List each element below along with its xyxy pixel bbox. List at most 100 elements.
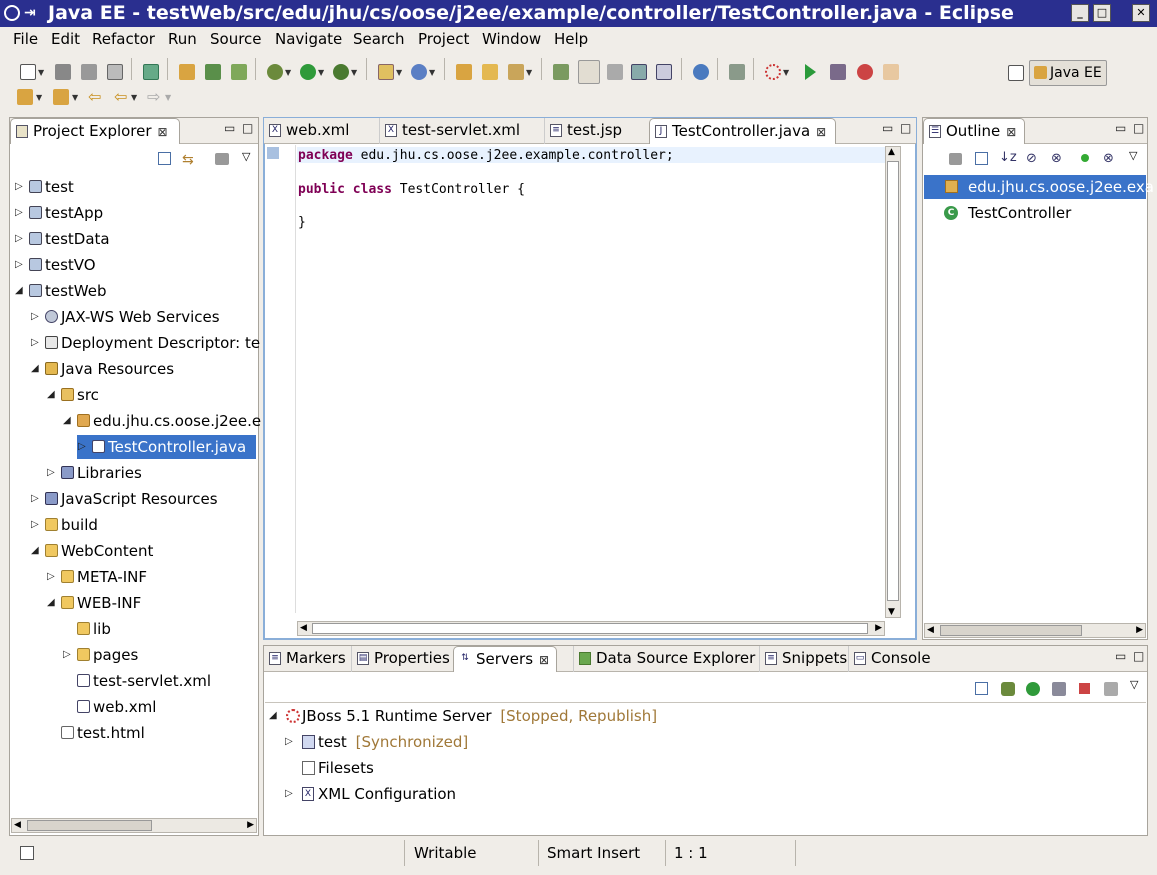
block-selection-icon[interactable]	[631, 64, 647, 80]
outline-item-package[interactable]: edu.jhu.cs.oose.j2ee.exa	[924, 175, 1154, 199]
scrollbar-thumb[interactable]	[887, 161, 899, 601]
open-type-icon[interactable]	[456, 64, 472, 80]
next-annotation-icon[interactable]	[17, 89, 33, 105]
tree-item-web-inf[interactable]: ◢ WEB-INF	[11, 591, 257, 615]
expanded-twisty-icon[interactable]: ◢	[63, 409, 71, 433]
previous-annotation-icon[interactable]	[53, 89, 69, 105]
run-icon[interactable]	[300, 64, 316, 80]
paragraph-icon[interactable]	[656, 64, 672, 80]
highlight-icon[interactable]	[578, 60, 600, 84]
editor-horizontal-scrollbar[interactable]: ◀ ▶	[297, 621, 885, 636]
collapse-all-icon[interactable]	[975, 682, 988, 695]
expanded-twisty-icon[interactable]: ◢	[15, 279, 23, 303]
eclipse-window-icon[interactable]	[4, 5, 20, 21]
open-perspective-icon[interactable]	[1008, 65, 1024, 81]
tree-item-testvo[interactable]: ▷ testVO	[11, 253, 257, 277]
tree-item-lib[interactable]: lib	[11, 617, 257, 641]
save-icon[interactable]	[55, 64, 71, 80]
tree-item-testweb[interactable]: ◢ testWeb	[11, 279, 257, 303]
maximize-button[interactable]: □	[1093, 4, 1111, 22]
menu-file[interactable]: File	[13, 30, 38, 48]
last-edit-location-icon[interactable]: ⇦	[88, 89, 104, 105]
tree-item-build[interactable]: ▷ build	[11, 513, 257, 537]
collapse-all-icon[interactable]	[975, 152, 988, 165]
close-tab-icon[interactable]: ⊠	[539, 653, 549, 667]
web-browser-icon[interactable]	[693, 64, 709, 80]
tree-item-libraries[interactable]: ▷ Libraries	[11, 461, 257, 485]
collapsed-twisty-icon[interactable]: ▷	[15, 175, 23, 199]
profile-server-icon[interactable]	[1052, 682, 1066, 696]
tree-item-test[interactable]: ▷ test	[11, 175, 257, 199]
tab-project-explorer[interactable]: Project Explorer ⊠	[10, 118, 180, 144]
server-jboss-row[interactable]: ◢ JBoss 5.1 Runtime Server [Stopped, Rep…	[264, 704, 657, 728]
debug-server-icon[interactable]	[830, 64, 846, 80]
expanded-twisty-icon[interactable]: ◢	[31, 357, 39, 381]
expanded-twisty-icon[interactable]: ◢	[47, 591, 55, 615]
collapsed-twisty-icon[interactable]: ▷	[78, 435, 86, 459]
outline-horizontal-scrollbar[interactable]: ◀ ▶	[924, 623, 1146, 638]
server-xml-configuration-row[interactable]: ▷ X XML Configuration	[264, 782, 456, 806]
close-button[interactable]: ✕	[1132, 4, 1150, 22]
menu-navigate[interactable]: Navigate	[275, 30, 342, 48]
menu-edit[interactable]: Edit	[51, 30, 80, 48]
build-icon[interactable]	[143, 64, 159, 80]
collapsed-twisty-icon[interactable]: ▷	[31, 513, 39, 537]
code-line-3[interactable]: }	[298, 215, 306, 230]
tab-servers[interactable]: ⇅ Servers ⊠	[453, 646, 557, 672]
print-icon[interactable]	[107, 64, 123, 80]
tab-console[interactable]: ▭ Console	[848, 646, 938, 672]
toggle-mark-occurrences-icon[interactable]	[553, 64, 569, 80]
stop-server-icon[interactable]	[857, 64, 873, 80]
link-with-editor-icon[interactable]: ⇆	[182, 152, 194, 168]
menu-search[interactable]: Search	[353, 30, 405, 48]
expanded-twisty-icon[interactable]: ◢	[31, 539, 39, 563]
tree-item-test-servlet-xml[interactable]: test-servlet.xml	[11, 669, 257, 693]
collapsed-twisty-icon[interactable]: ▷	[31, 487, 39, 511]
tree-item-java-resources[interactable]: ◢ Java Resources	[11, 357, 257, 381]
tab-test-controller-java[interactable]: J TestController.java ⊠	[649, 118, 836, 144]
tab-test-servlet-xml[interactable]: Xtest-servlet.xml	[379, 118, 544, 144]
tree-item-testdata[interactable]: ▷ testData	[11, 227, 257, 251]
sort-icon[interactable]: ↓z	[999, 150, 1017, 165]
scrollbar-thumb[interactable]	[940, 625, 1082, 636]
menu-source[interactable]: Source	[210, 30, 262, 48]
tree-item-test-html[interactable]: test.html	[11, 721, 257, 745]
back-icon[interactable]: ⇦	[114, 89, 130, 105]
tree-item-deployment-descriptor-te[interactable]: ▷ Deployment Descriptor: te	[11, 331, 260, 355]
forward-icon[interactable]: ⇨	[147, 89, 163, 105]
tab-properties[interactable]: ▤ Properties	[351, 646, 452, 672]
hide-local-types-icon[interactable]: ⊗	[1103, 151, 1114, 166]
tab-data-source-explorer[interactable]: Data Source Explorer	[573, 646, 759, 672]
new-java-project-icon[interactable]	[179, 64, 195, 80]
view-menu-icon[interactable]: ▽	[242, 150, 250, 163]
server-filesets-row[interactable]: Filesets	[264, 756, 374, 780]
tab-outline[interactable]: ☰ Outline ⊠	[923, 118, 1025, 144]
minimize-view-icon[interactable]: ▭	[1115, 122, 1126, 134]
new-server-icon[interactable]	[378, 64, 394, 80]
hand-icon[interactable]	[883, 64, 899, 80]
tab-test-jsp[interactable]: ≡ test.jsp	[544, 118, 649, 144]
open-resource-icon[interactable]	[482, 64, 498, 80]
editor-vertical-scrollbar[interactable]: ▲ ▼	[885, 146, 901, 618]
menu-project[interactable]: Project	[418, 30, 469, 48]
debug-icon[interactable]	[267, 64, 283, 80]
run-external-icon[interactable]	[333, 64, 349, 80]
collapsed-twisty-icon[interactable]: ▷	[47, 565, 55, 589]
horizontal-scrollbar[interactable]: ◀ ▶	[11, 818, 257, 833]
tree-item-pages[interactable]: ▷ pages	[11, 643, 257, 667]
window-menu-icon[interactable]: ⇥	[24, 0, 36, 27]
minimize-button[interactable]: _	[1071, 4, 1089, 22]
tab-snippets[interactable]: ≡ Snippets	[759, 646, 848, 672]
collapsed-twisty-icon[interactable]: ▷	[285, 730, 293, 754]
new-class-icon[interactable]	[231, 64, 247, 80]
collapse-all-icon[interactable]	[158, 152, 171, 165]
menu-help[interactable]: Help	[554, 30, 588, 48]
hide-static-icon[interactable]: ⊗	[1051, 151, 1062, 166]
view-menu-filter-icon[interactable]	[215, 153, 229, 165]
new-web-service-icon[interactable]	[411, 64, 427, 80]
tree-item-web-xml[interactable]: web.xml	[11, 695, 257, 719]
tab-markers[interactable]: ≡ Markers	[264, 646, 350, 672]
view-menu-icon[interactable]: ▽	[1129, 149, 1137, 162]
start-server-icon[interactable]	[1026, 682, 1040, 696]
expanded-twisty-icon[interactable]: ◢	[269, 704, 277, 728]
